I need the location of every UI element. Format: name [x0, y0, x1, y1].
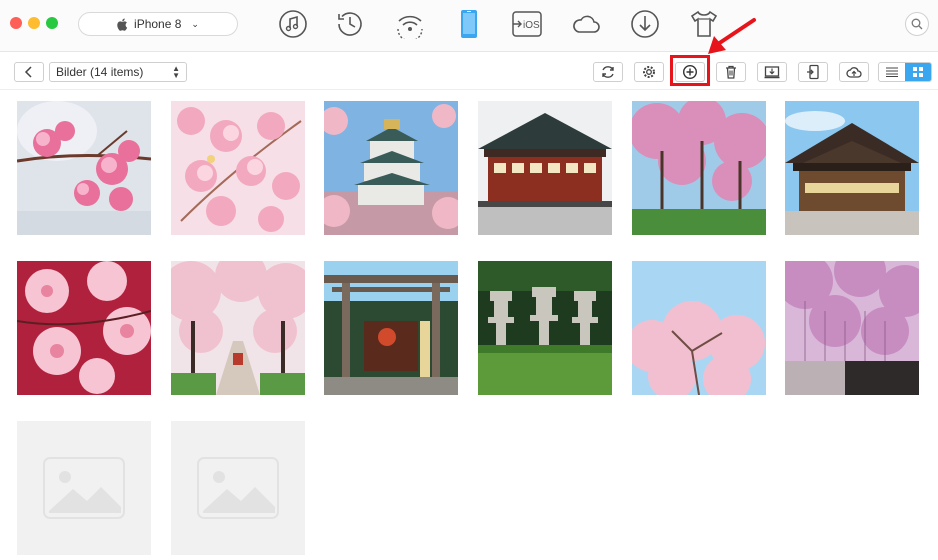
- album-selector[interactable]: Bilder (14 items) ▲ ▼: [49, 62, 187, 82]
- music-icon[interactable]: [278, 9, 308, 39]
- grid-icon: [913, 67, 923, 77]
- cloud-icon[interactable]: [571, 9, 601, 39]
- gear-icon: [643, 66, 655, 78]
- photo-weeping-cherry[interactable]: [785, 261, 919, 395]
- export-to-computer-button[interactable]: [757, 62, 787, 82]
- search-button[interactable]: [905, 12, 929, 36]
- device-name: iPhone 8: [134, 17, 182, 31]
- history-icon[interactable]: [335, 9, 365, 39]
- delete-button[interactable]: [716, 62, 746, 82]
- to-ios-label: iOS: [523, 20, 540, 31]
- chevron-left-icon: [24, 66, 32, 78]
- photo-cherry-tree-sky[interactable]: [632, 261, 766, 395]
- photo-cherry-blossom-macro[interactable]: [17, 261, 151, 395]
- photo-cherry-blossom-branches[interactable]: [171, 101, 305, 235]
- updown-chevron-icon: ▲ ▼: [172, 64, 180, 80]
- photo-torii-gate[interactable]: [324, 261, 458, 395]
- refresh-button[interactable]: [593, 62, 623, 82]
- device-selector[interactable]: iPhone 8 ⌄: [78, 12, 238, 36]
- photo-japanese-temple[interactable]: [478, 101, 612, 235]
- back-button[interactable]: [14, 62, 44, 82]
- send-to-device-button[interactable]: [798, 62, 828, 82]
- wifi-sync-icon[interactable]: [395, 9, 425, 39]
- annotation-arrow: [708, 18, 756, 54]
- trash-icon: [726, 65, 736, 79]
- to-device-icon: [807, 64, 819, 80]
- chevron-down-icon: ⌄: [191, 18, 199, 29]
- search-icon: [911, 18, 923, 30]
- photo-cherry-tunnel-path[interactable]: [171, 261, 305, 395]
- grid-view-button[interactable]: [905, 63, 931, 81]
- photo-placeholder[interactable]: [171, 421, 305, 555]
- refresh-icon: [602, 66, 614, 78]
- upload-to-cloud-button[interactable]: [839, 62, 869, 82]
- to-ios-icon[interactable]: iOS: [512, 9, 542, 39]
- close-window-button[interactable]: [10, 17, 22, 29]
- cloud-upload-icon: [846, 67, 862, 78]
- photo-shrine-building[interactable]: [785, 101, 919, 235]
- view-toggle: [878, 62, 932, 82]
- settings-button[interactable]: [634, 62, 664, 82]
- image-placeholder-icon: [43, 457, 125, 519]
- photo-cherry-blossom-closeup[interactable]: [17, 101, 151, 235]
- photo-cherry-tree-park[interactable]: [632, 101, 766, 235]
- list-view-button[interactable]: [879, 63, 905, 81]
- maximize-window-button[interactable]: [46, 17, 58, 29]
- toolbar: Bilder (14 items) ▲ ▼: [0, 53, 938, 90]
- photo-placeholder[interactable]: [17, 421, 151, 555]
- apple-icon: [117, 18, 128, 31]
- to-computer-icon: [764, 66, 780, 79]
- phone-icon[interactable]: [454, 9, 484, 39]
- photo-stone-lanterns[interactable]: [478, 261, 612, 395]
- download-icon[interactable]: [630, 9, 660, 39]
- photo-osaka-castle[interactable]: [324, 101, 458, 235]
- album-name: Bilder (14 items): [56, 65, 144, 79]
- image-placeholder-icon: [197, 457, 279, 519]
- minimize-window-button[interactable]: [28, 17, 40, 29]
- list-icon: [886, 67, 898, 77]
- top-bar: iPhone 8 ⌄ iOS: [0, 0, 938, 52]
